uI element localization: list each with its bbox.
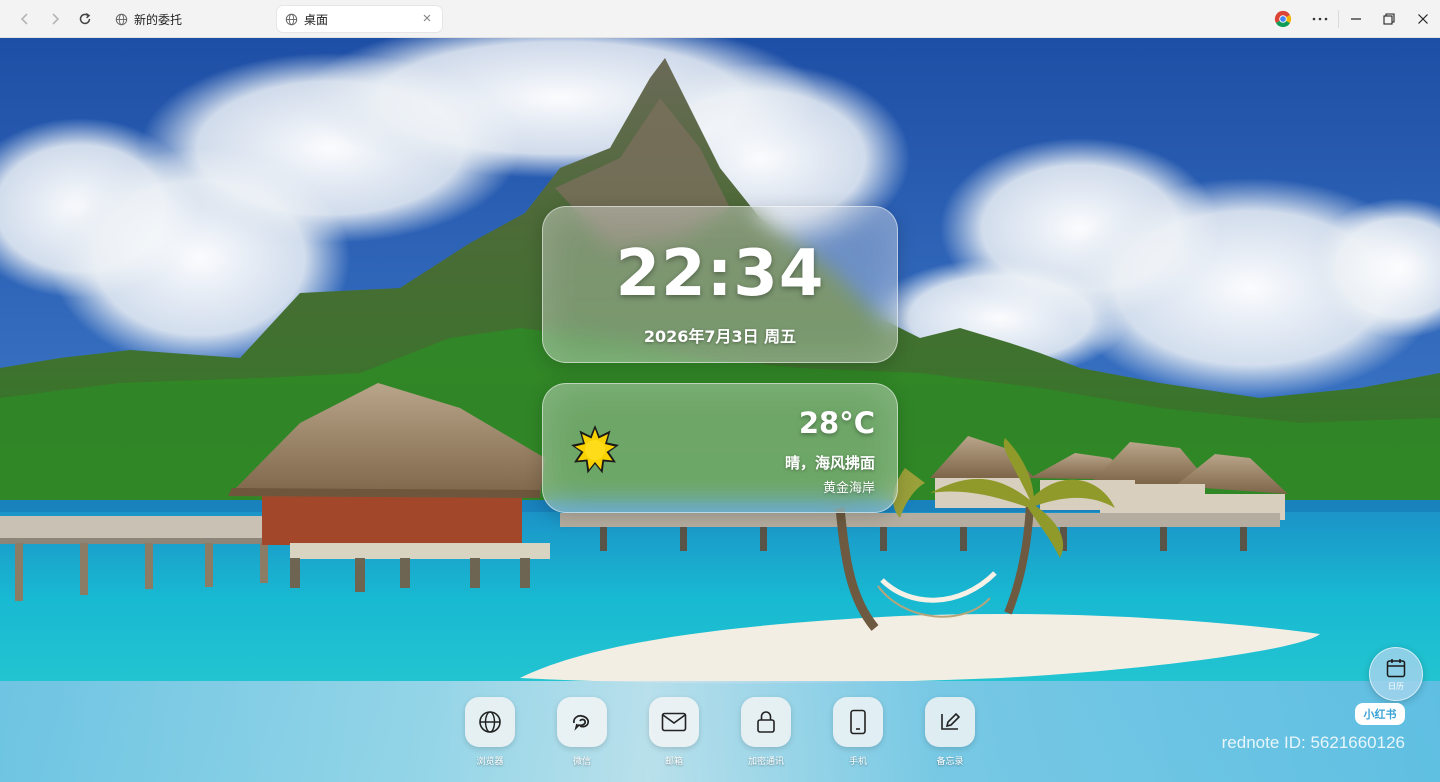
dock-label: 备忘录: [936, 757, 964, 767]
lock-icon: [757, 711, 775, 733]
dock-icon-tile[interactable]: [557, 697, 607, 747]
toolbar-divider: [1338, 10, 1339, 28]
dock-app-mail[interactable]: 邮箱: [644, 697, 704, 777]
restore-button[interactable]: [1377, 7, 1401, 31]
dock-label: 微信: [572, 757, 591, 767]
weather-widget: 28°C 晴，海风拂面 黄金海岸: [542, 383, 898, 513]
minimize-button[interactable]: [1344, 7, 1368, 31]
desktop-area: 22:34 2026年7月3日 周五 28°C 晴，海风拂面 黄金海岸 浏览器 …: [0, 38, 1440, 782]
dock-app-wechat[interactable]: 微信: [552, 697, 612, 777]
close-icon: [1418, 14, 1428, 24]
dock-icon-tile[interactable]: [465, 697, 515, 747]
close-tab-icon[interactable]: [420, 11, 434, 25]
clock-date: 2026年7月3日 周五: [643, 327, 797, 346]
dock-app-browser[interactable]: 浏览器: [460, 697, 520, 777]
globe-icon: [479, 711, 501, 733]
forward-button[interactable]: [43, 7, 67, 31]
more-menu-button[interactable]: [1308, 7, 1332, 31]
weather-temperature: 28°C: [798, 406, 875, 440]
chrome-logo-icon: [1274, 10, 1292, 28]
clock-time: 22:34: [615, 237, 825, 311]
dock-label: 邮箱: [664, 757, 683, 767]
back-button[interactable]: [13, 7, 37, 31]
browser-toolbar: 新的委托 桌面: [0, 0, 1440, 38]
mail-icon: [661, 712, 687, 732]
dock-label: 浏览器: [476, 757, 504, 767]
dock-app-phone[interactable]: 手机: [828, 697, 888, 777]
globe-icon: [285, 13, 298, 25]
phone-icon: [850, 709, 866, 735]
minimize-icon: [1351, 18, 1361, 20]
reload-button[interactable]: [73, 7, 97, 31]
tab-title: 桌面: [304, 12, 329, 27]
dock-icon-tile[interactable]: [649, 697, 699, 747]
calendar-button[interactable]: 日历: [1369, 647, 1423, 701]
dock-icon-tile[interactable]: [741, 697, 791, 747]
tab-title: 新的委托: [134, 12, 183, 27]
calendar-label: 日历: [1388, 682, 1404, 691]
dock-app-secure-messaging[interactable]: 加密通讯: [736, 697, 796, 777]
rednote-id-watermark: rednote ID: 5621660126: [1221, 733, 1405, 752]
globe-icon: [115, 13, 128, 25]
back-arrow-icon: [20, 13, 28, 25]
restore-icon: [1383, 13, 1395, 25]
dock-app-memo[interactable]: 备忘录: [920, 697, 980, 777]
clock-widget: 22:34 2026年7月3日 周五: [542, 206, 898, 363]
sun-icon: [571, 425, 619, 474]
more-dots-icon: [1312, 17, 1328, 21]
reload-icon: [79, 12, 91, 25]
tab-delegation[interactable]: 新的委托: [107, 6, 267, 32]
calendar-icon: [1386, 659, 1406, 678]
dock-label: 加密通讯: [747, 757, 784, 767]
chrome-profile-button[interactable]: [1271, 7, 1295, 31]
tab-desktop[interactable]: 桌面: [277, 6, 442, 32]
forward-arrow-icon: [52, 13, 60, 25]
weather-location: 黄金海岸: [822, 481, 875, 496]
app-dock: 浏览器 微信 邮箱 加密通讯 手机 备忘录: [0, 681, 1440, 782]
dock-label: 手机: [848, 757, 867, 767]
rednote-logo: 小红书: [1355, 703, 1405, 725]
wechat-icon: [573, 714, 590, 731]
rednote-logo-text: 小红书: [1363, 708, 1397, 721]
memo-edit-icon: [941, 712, 961, 730]
weather-condition: 晴，海风拂面: [784, 454, 875, 472]
dock-icon-tile[interactable]: [833, 697, 883, 747]
dock-icon-tile[interactable]: [925, 697, 975, 747]
close-window-button[interactable]: [1411, 7, 1435, 31]
